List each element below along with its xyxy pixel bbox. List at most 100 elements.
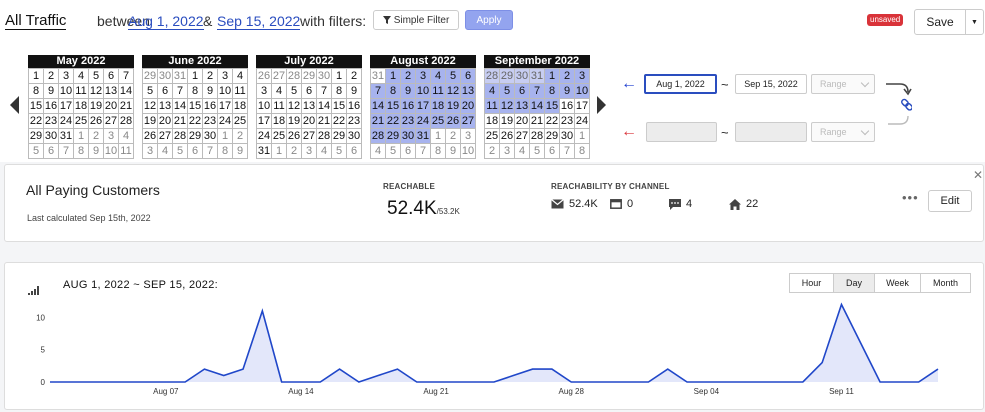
calendar-day[interactable]: 4 (485, 84, 500, 99)
calendar-day[interactable]: 30 (317, 69, 332, 84)
calendar-day[interactable]: 17 (218, 99, 233, 114)
simple-filter-button[interactable]: Simple Filter (373, 10, 459, 30)
calendar-day[interactable]: 31 (530, 69, 545, 84)
calendar-day[interactable]: 30 (203, 129, 218, 144)
calendar-day[interactable]: 29 (143, 69, 158, 84)
calendar-day[interactable]: 26 (446, 114, 461, 129)
calendar-day[interactable]: 22 (545, 114, 560, 129)
calendar-day[interactable]: 1 (74, 129, 89, 144)
calendar-day[interactable]: 6 (545, 144, 560, 159)
calendar-day[interactable]: 27 (302, 129, 317, 144)
calendar-day[interactable]: 27 (158, 129, 173, 144)
calendar-day[interactable]: 9 (203, 84, 218, 99)
calendar-day[interactable]: 10 (104, 144, 119, 159)
calendar-day[interactable]: 3 (143, 144, 158, 159)
calendar-day[interactable]: 4 (371, 144, 386, 159)
calendar-day[interactable]: 3 (59, 69, 74, 84)
calendar-day[interactable]: 25 (233, 114, 248, 129)
calendar-day[interactable]: 15 (386, 99, 401, 114)
next-month-arrow-icon[interactable] (597, 96, 606, 114)
calendar-day[interactable]: 23 (401, 114, 416, 129)
calendar-day[interactable]: 1 (29, 69, 44, 84)
calendar-day[interactable]: 13 (515, 99, 530, 114)
calendar-day[interactable]: 5 (386, 144, 401, 159)
primary-range-select[interactable]: Range (811, 74, 875, 94)
calendar-day[interactable]: 1 (332, 69, 347, 84)
calendar-day[interactable]: 23 (44, 114, 59, 129)
calendar-day[interactable]: 5 (89, 69, 104, 84)
calendar-day[interactable]: 21 (119, 99, 134, 114)
calendar-day[interactable]: 6 (44, 144, 59, 159)
calendar-day[interactable]: 3 (218, 69, 233, 84)
calendar-day[interactable]: 23 (203, 114, 218, 129)
calendar-day[interactable]: 1 (575, 129, 590, 144)
calendar-day[interactable]: 3 (257, 84, 272, 99)
calendar-day[interactable]: 18 (233, 99, 248, 114)
calendar-day[interactable]: 29 (500, 69, 515, 84)
calendar-day[interactable]: 11 (233, 84, 248, 99)
calendar-day[interactable]: 30 (44, 129, 59, 144)
calendar-day[interactable]: 30 (515, 69, 530, 84)
calendar-day[interactable]: 4 (119, 129, 134, 144)
calendar-day[interactable]: 3 (461, 129, 476, 144)
calendar-day[interactable]: 9 (401, 84, 416, 99)
calendar-day[interactable]: 2 (203, 69, 218, 84)
calendar-day[interactable]: 29 (302, 69, 317, 84)
calendar-day[interactable]: 8 (431, 144, 446, 159)
calendar-day[interactable]: 4 (74, 69, 89, 84)
calendar-day[interactable]: 8 (218, 144, 233, 159)
calendar-day[interactable]: 29 (29, 129, 44, 144)
calendar-day[interactable]: 29 (332, 129, 347, 144)
calendar-day[interactable]: 5 (500, 84, 515, 99)
calendar-day[interactable]: 1 (188, 69, 203, 84)
calendar-day[interactable]: 25 (431, 114, 446, 129)
calendar-day[interactable]: 24 (416, 114, 431, 129)
calendar-day[interactable]: 10 (218, 84, 233, 99)
calendar-day[interactable]: 2 (485, 144, 500, 159)
calendar-day[interactable]: 7 (371, 84, 386, 99)
calendar-day[interactable]: 3 (302, 144, 317, 159)
calendar-day[interactable]: 8 (545, 84, 560, 99)
calendar-day[interactable]: 11 (272, 99, 287, 114)
calendar-day[interactable]: 17 (59, 99, 74, 114)
calendar-day[interactable]: 12 (446, 84, 461, 99)
calendar-day[interactable]: 15 (545, 99, 560, 114)
calendar-day[interactable]: 17 (416, 99, 431, 114)
calendar-day[interactable]: 6 (302, 84, 317, 99)
calendar-day[interactable]: 13 (302, 99, 317, 114)
calendar-day[interactable]: 10 (575, 84, 590, 99)
calendar-day[interactable]: 13 (158, 99, 173, 114)
calendar-day[interactable]: 31 (257, 144, 272, 159)
primary-end-input[interactable]: Sep 15, 2022 (735, 74, 807, 94)
calendar-day[interactable]: 28 (371, 129, 386, 144)
calendar-day[interactable]: 21 (371, 114, 386, 129)
calendar-day[interactable]: 8 (188, 84, 203, 99)
calendar-day[interactable]: 5 (287, 84, 302, 99)
calendar-day[interactable]: 24 (218, 114, 233, 129)
calendar-day[interactable]: 28 (485, 69, 500, 84)
calendar-day[interactable]: 31 (416, 129, 431, 144)
calendar-day[interactable]: 28 (317, 129, 332, 144)
calendar-day[interactable]: 26 (287, 129, 302, 144)
calendar-day[interactable]: 26 (143, 129, 158, 144)
calendar-day[interactable]: 24 (59, 114, 74, 129)
calendar-day[interactable]: 14 (530, 99, 545, 114)
calendar-day[interactable]: 18 (74, 99, 89, 114)
calendar-day[interactable]: 17 (575, 99, 590, 114)
calendar-day[interactable]: 11 (431, 84, 446, 99)
end-date-link[interactable]: Sep 15, 2022 (217, 13, 301, 30)
calendar-day[interactable]: 2 (560, 69, 575, 84)
calendar-day[interactable]: 10 (59, 84, 74, 99)
calendar-day[interactable]: 7 (203, 144, 218, 159)
calendar-day[interactable]: 1 (218, 129, 233, 144)
calendar-day[interactable]: 26 (89, 114, 104, 129)
calendar-day[interactable]: 2 (89, 129, 104, 144)
calendar-day[interactable]: 17 (257, 114, 272, 129)
calendar-day[interactable]: 1 (545, 69, 560, 84)
calendar-day[interactable]: 12 (89, 84, 104, 99)
calendar-day[interactable]: 12 (500, 99, 515, 114)
calendar-day[interactable]: 5 (29, 144, 44, 159)
calendar-day[interactable]: 6 (347, 144, 362, 159)
calendar-day[interactable]: 6 (401, 144, 416, 159)
calendar-day[interactable]: 8 (386, 84, 401, 99)
